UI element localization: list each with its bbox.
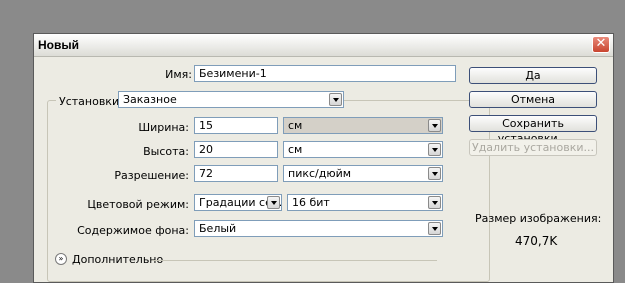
preset-value: Заказное <box>123 93 177 106</box>
bit-depth-value: 16 бит <box>292 196 330 209</box>
resolution-input[interactable]: 72 <box>194 165 278 182</box>
chevron-down-icon <box>428 119 441 132</box>
new-document-dialog: Новый ✕ Имя: Безимени-1 Установки: Заказ… <box>33 33 614 283</box>
delete-preset-button[interactable]: Удалить установки... <box>469 139 597 156</box>
preset-select[interactable]: Заказное <box>118 91 344 108</box>
name-label: Имя: <box>165 68 192 81</box>
height-unit-value: см <box>288 143 303 156</box>
width-label: Ширина: <box>138 121 189 134</box>
resolution-label: Разрешение: <box>114 169 189 182</box>
chevron-down-icon <box>428 222 441 235</box>
width-unit-select[interactable]: см <box>283 117 443 134</box>
height-unit-select[interactable]: см <box>283 141 443 158</box>
background-select[interactable]: Белый <box>194 220 443 237</box>
advanced-divider <box>152 260 437 261</box>
image-size-value: 470,7K <box>515 234 558 248</box>
save-preset-button[interactable]: Сохранить установки... <box>469 115 597 145</box>
height-input[interactable]: 20 <box>194 141 278 158</box>
close-button[interactable]: ✕ <box>592 36 610 53</box>
chevron-down-icon <box>329 93 342 106</box>
chevron-down-icon <box>267 196 280 209</box>
chevron-down-icon <box>428 143 441 156</box>
color-mode-label: Цветовой режим: <box>87 198 189 211</box>
color-mode-select[interactable]: Градации се... <box>194 194 282 211</box>
bit-depth-select[interactable]: 16 бит <box>287 194 443 211</box>
advanced-toggle[interactable]: Дополнительно <box>72 253 163 266</box>
resolution-unit-value: пикс/дюйм <box>288 167 352 180</box>
height-label: Высота: <box>143 145 189 158</box>
width-input[interactable]: 15 <box>194 117 278 134</box>
name-input[interactable]: Безимени-1 <box>194 65 456 82</box>
preset-label: Установки: <box>56 95 126 108</box>
double-chevron-down-icon[interactable]: » <box>55 253 67 265</box>
title-bar: Новый ✕ <box>34 34 613 57</box>
background-label: Содержимое фона: <box>77 224 189 237</box>
chevron-down-icon <box>428 167 441 180</box>
chevron-down-icon <box>428 196 441 209</box>
image-size-label: Размер изображения: <box>475 212 602 225</box>
ok-button[interactable]: Да <box>469 67 597 84</box>
close-icon: ✕ <box>595 36 607 51</box>
background-value: Белый <box>199 222 237 235</box>
cancel-button[interactable]: Отмена <box>469 91 597 108</box>
resolution-unit-select[interactable]: пикс/дюйм <box>283 165 443 182</box>
width-unit-value: см <box>288 119 303 132</box>
dialog-title: Новый <box>38 38 79 52</box>
